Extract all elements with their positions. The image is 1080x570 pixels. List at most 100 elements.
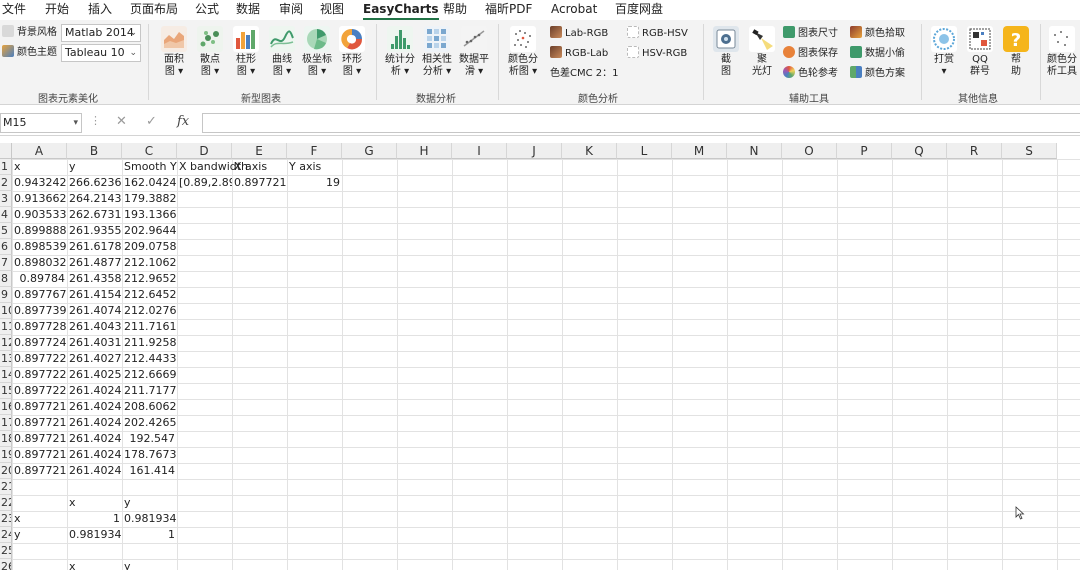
color-analysis-tool-button[interactable]: 颜色分 析工具 bbox=[1044, 26, 1080, 78]
column-header-d[interactable]: D bbox=[177, 143, 232, 159]
cell-c15[interactable]: 211.7177 bbox=[122, 383, 177, 399]
cell-a14[interactable]: 0.897722 bbox=[12, 367, 67, 383]
row-header-19[interactable]: 19 bbox=[0, 447, 12, 463]
cell-a15[interactable]: 0.897722 bbox=[12, 383, 67, 399]
bar-chart-button[interactable]: 柱形图 ▾ bbox=[230, 26, 262, 78]
row-header-3[interactable]: 3 bbox=[0, 191, 12, 207]
data-smoothing-button[interactable]: 数据平滑 ▾ bbox=[456, 26, 492, 78]
cell-c11[interactable]: 211.7161 bbox=[122, 319, 177, 335]
row-header-17[interactable]: 17 bbox=[0, 415, 12, 431]
correlation-button[interactable]: 相关性 分析 ▾ bbox=[418, 26, 456, 78]
color-theme-dropdown[interactable]: Tableau 10 ⌄ bbox=[61, 44, 141, 62]
cell-b14[interactable]: 261.4025 bbox=[67, 367, 122, 383]
menu-item-11[interactable]: Acrobat bbox=[551, 1, 597, 19]
row-header-9[interactable]: 9 bbox=[0, 287, 12, 303]
menu-item-7[interactable]: 视图 bbox=[320, 1, 344, 19]
column-header-n[interactable]: N bbox=[727, 143, 782, 159]
row-header-20[interactable]: 20 bbox=[0, 463, 12, 479]
cell-c6[interactable]: 209.0758 bbox=[122, 239, 177, 255]
cell-c12[interactable]: 211.9258 bbox=[122, 335, 177, 351]
cell-c7[interactable]: 212.1062 bbox=[122, 255, 177, 271]
cell-a11[interactable]: 0.897728 bbox=[12, 319, 67, 335]
cell-c22[interactable]: y bbox=[122, 495, 177, 511]
cell-b4[interactable]: 262.6731 bbox=[67, 207, 122, 223]
color-wheel-button[interactable]: 色轮参考 bbox=[783, 66, 838, 82]
cell-a12[interactable]: 0.897724 bbox=[12, 335, 67, 351]
cell-a20[interactable]: 0.897721 bbox=[12, 463, 67, 479]
cell-c16[interactable]: 208.6062 bbox=[122, 399, 177, 415]
menu-item-10[interactable]: 福昕PDF bbox=[485, 1, 532, 19]
cell-c23[interactable]: 0.981934 bbox=[122, 511, 177, 527]
color-scheme-button[interactable]: 颜色方案 bbox=[850, 66, 905, 82]
cell-c10[interactable]: 212.0276 bbox=[122, 303, 177, 319]
cell-c19[interactable]: 178.7673 bbox=[122, 447, 177, 463]
row-header-24[interactable]: 24 bbox=[0, 527, 12, 543]
cell-c26[interactable]: y bbox=[122, 559, 177, 570]
cell-b9[interactable]: 261.4154 bbox=[67, 287, 122, 303]
row-header-14[interactable]: 14 bbox=[0, 367, 12, 383]
row-header-25[interactable]: 25 bbox=[0, 543, 12, 559]
row-header-1[interactable]: 1 bbox=[0, 159, 12, 175]
formula-input[interactable] bbox=[202, 113, 1080, 133]
menu-item-6[interactable]: 审阅 bbox=[279, 1, 303, 19]
cell-c8[interactable]: 212.9652 bbox=[122, 271, 177, 287]
menu-item-12[interactable]: 百度网盘 bbox=[615, 1, 663, 19]
bg-style-dropdown[interactable]: Matlab 2014 ⌄ bbox=[61, 24, 141, 42]
column-header-e[interactable]: E bbox=[232, 143, 287, 159]
cell-b17[interactable]: 261.4024 bbox=[67, 415, 122, 431]
cell-b18[interactable]: 261.4024 bbox=[67, 431, 122, 447]
screenshot-button[interactable]: 截图 bbox=[710, 26, 742, 78]
row-header-10[interactable]: 10 bbox=[0, 303, 12, 319]
cell-b26[interactable]: x bbox=[67, 559, 122, 570]
cell-d2[interactable]: [0.89,2.89] bbox=[177, 175, 232, 191]
row-header-7[interactable]: 7 bbox=[0, 255, 12, 271]
rgb-lab-button[interactable]: RGB-Lab bbox=[550, 46, 608, 62]
row-header-11[interactable]: 11 bbox=[0, 319, 12, 335]
column-header-m[interactable]: M bbox=[672, 143, 727, 159]
select-all-corner[interactable] bbox=[0, 143, 12, 159]
cell-b13[interactable]: 261.4027 bbox=[67, 351, 122, 367]
cell-c2[interactable]: 162.0424 bbox=[122, 175, 177, 191]
row-header-13[interactable]: 13 bbox=[0, 351, 12, 367]
cell-b1[interactable]: y bbox=[67, 159, 122, 175]
column-header-a[interactable]: A bbox=[12, 143, 67, 159]
cell-b10[interactable]: 261.4074 bbox=[67, 303, 122, 319]
area-chart-button[interactable]: 面积图 ▾ bbox=[158, 26, 190, 78]
cell-c13[interactable]: 212.4433 bbox=[122, 351, 177, 367]
cell-a5[interactable]: 0.899888 bbox=[12, 223, 67, 239]
row-header-22[interactable]: 22 bbox=[0, 495, 12, 511]
scatter-chart-button[interactable]: 散点图 ▾ bbox=[194, 26, 226, 78]
column-header-s[interactable]: S bbox=[1002, 143, 1057, 159]
cell-e2[interactable]: 0.897721 bbox=[232, 175, 287, 191]
enter-check-icon[interactable]: ✓ bbox=[146, 114, 157, 129]
cell-b7[interactable]: 261.4877 bbox=[67, 255, 122, 271]
row-header-15[interactable]: 15 bbox=[0, 383, 12, 399]
menu-item-5[interactable]: 数据 bbox=[236, 1, 260, 19]
cell-f2[interactable]: 19 bbox=[287, 175, 342, 191]
cell-b15[interactable]: 261.4024 bbox=[67, 383, 122, 399]
cell-c18[interactable]: 192.547 bbox=[122, 431, 177, 447]
menu-item-1[interactable]: 开始 bbox=[45, 1, 69, 19]
column-header-r[interactable]: R bbox=[947, 143, 1002, 159]
row-header-2[interactable]: 2 bbox=[0, 175, 12, 191]
row-header-23[interactable]: 23 bbox=[0, 511, 12, 527]
cell-b12[interactable]: 261.4031 bbox=[67, 335, 122, 351]
menu-item-4[interactable]: 公式 bbox=[195, 1, 219, 19]
statistics-button[interactable]: 统计分析 ▾ bbox=[382, 26, 418, 78]
cell-a19[interactable]: 0.897721 bbox=[12, 447, 67, 463]
rgb-hsv-button[interactable]: RGB-HSV bbox=[627, 26, 688, 42]
cell-b23[interactable]: 1 bbox=[67, 511, 122, 527]
cell-a3[interactable]: 0.913662 bbox=[12, 191, 67, 207]
curve-chart-button[interactable]: 曲线图 ▾ bbox=[266, 26, 298, 78]
cell-e1[interactable]: X axis bbox=[232, 159, 287, 175]
more-options-icon[interactable]: ⋮ bbox=[90, 114, 101, 127]
row-header-16[interactable]: 16 bbox=[0, 399, 12, 415]
column-header-l[interactable]: L bbox=[617, 143, 672, 159]
column-header-g[interactable]: G bbox=[342, 143, 397, 159]
cell-a10[interactable]: 0.897739 bbox=[12, 303, 67, 319]
color-pick-button[interactable]: 颜色拾取 bbox=[850, 26, 905, 42]
cell-f1[interactable]: Y axis bbox=[287, 159, 342, 175]
row-header-5[interactable]: 5 bbox=[0, 223, 12, 239]
cell-c17[interactable]: 202.4265 bbox=[122, 415, 177, 431]
menu-item-2[interactable]: 插入 bbox=[88, 1, 112, 19]
